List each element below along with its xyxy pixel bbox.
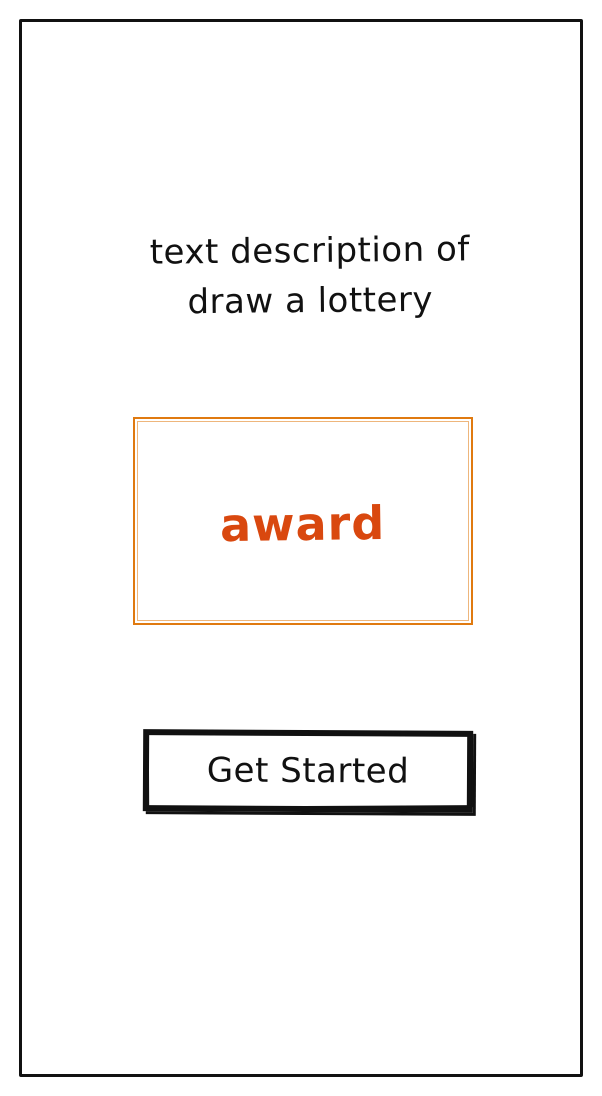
description-line-1: text description of [149, 229, 470, 273]
get-started-label: Get Started [206, 750, 410, 792]
description-line-2: draw a lottery [187, 279, 434, 323]
get-started-button[interactable]: Get Started [142, 729, 474, 813]
lottery-description: text description of draw a lottery [79, 224, 540, 329]
award-box: award [133, 417, 473, 625]
award-label: award [220, 495, 386, 553]
